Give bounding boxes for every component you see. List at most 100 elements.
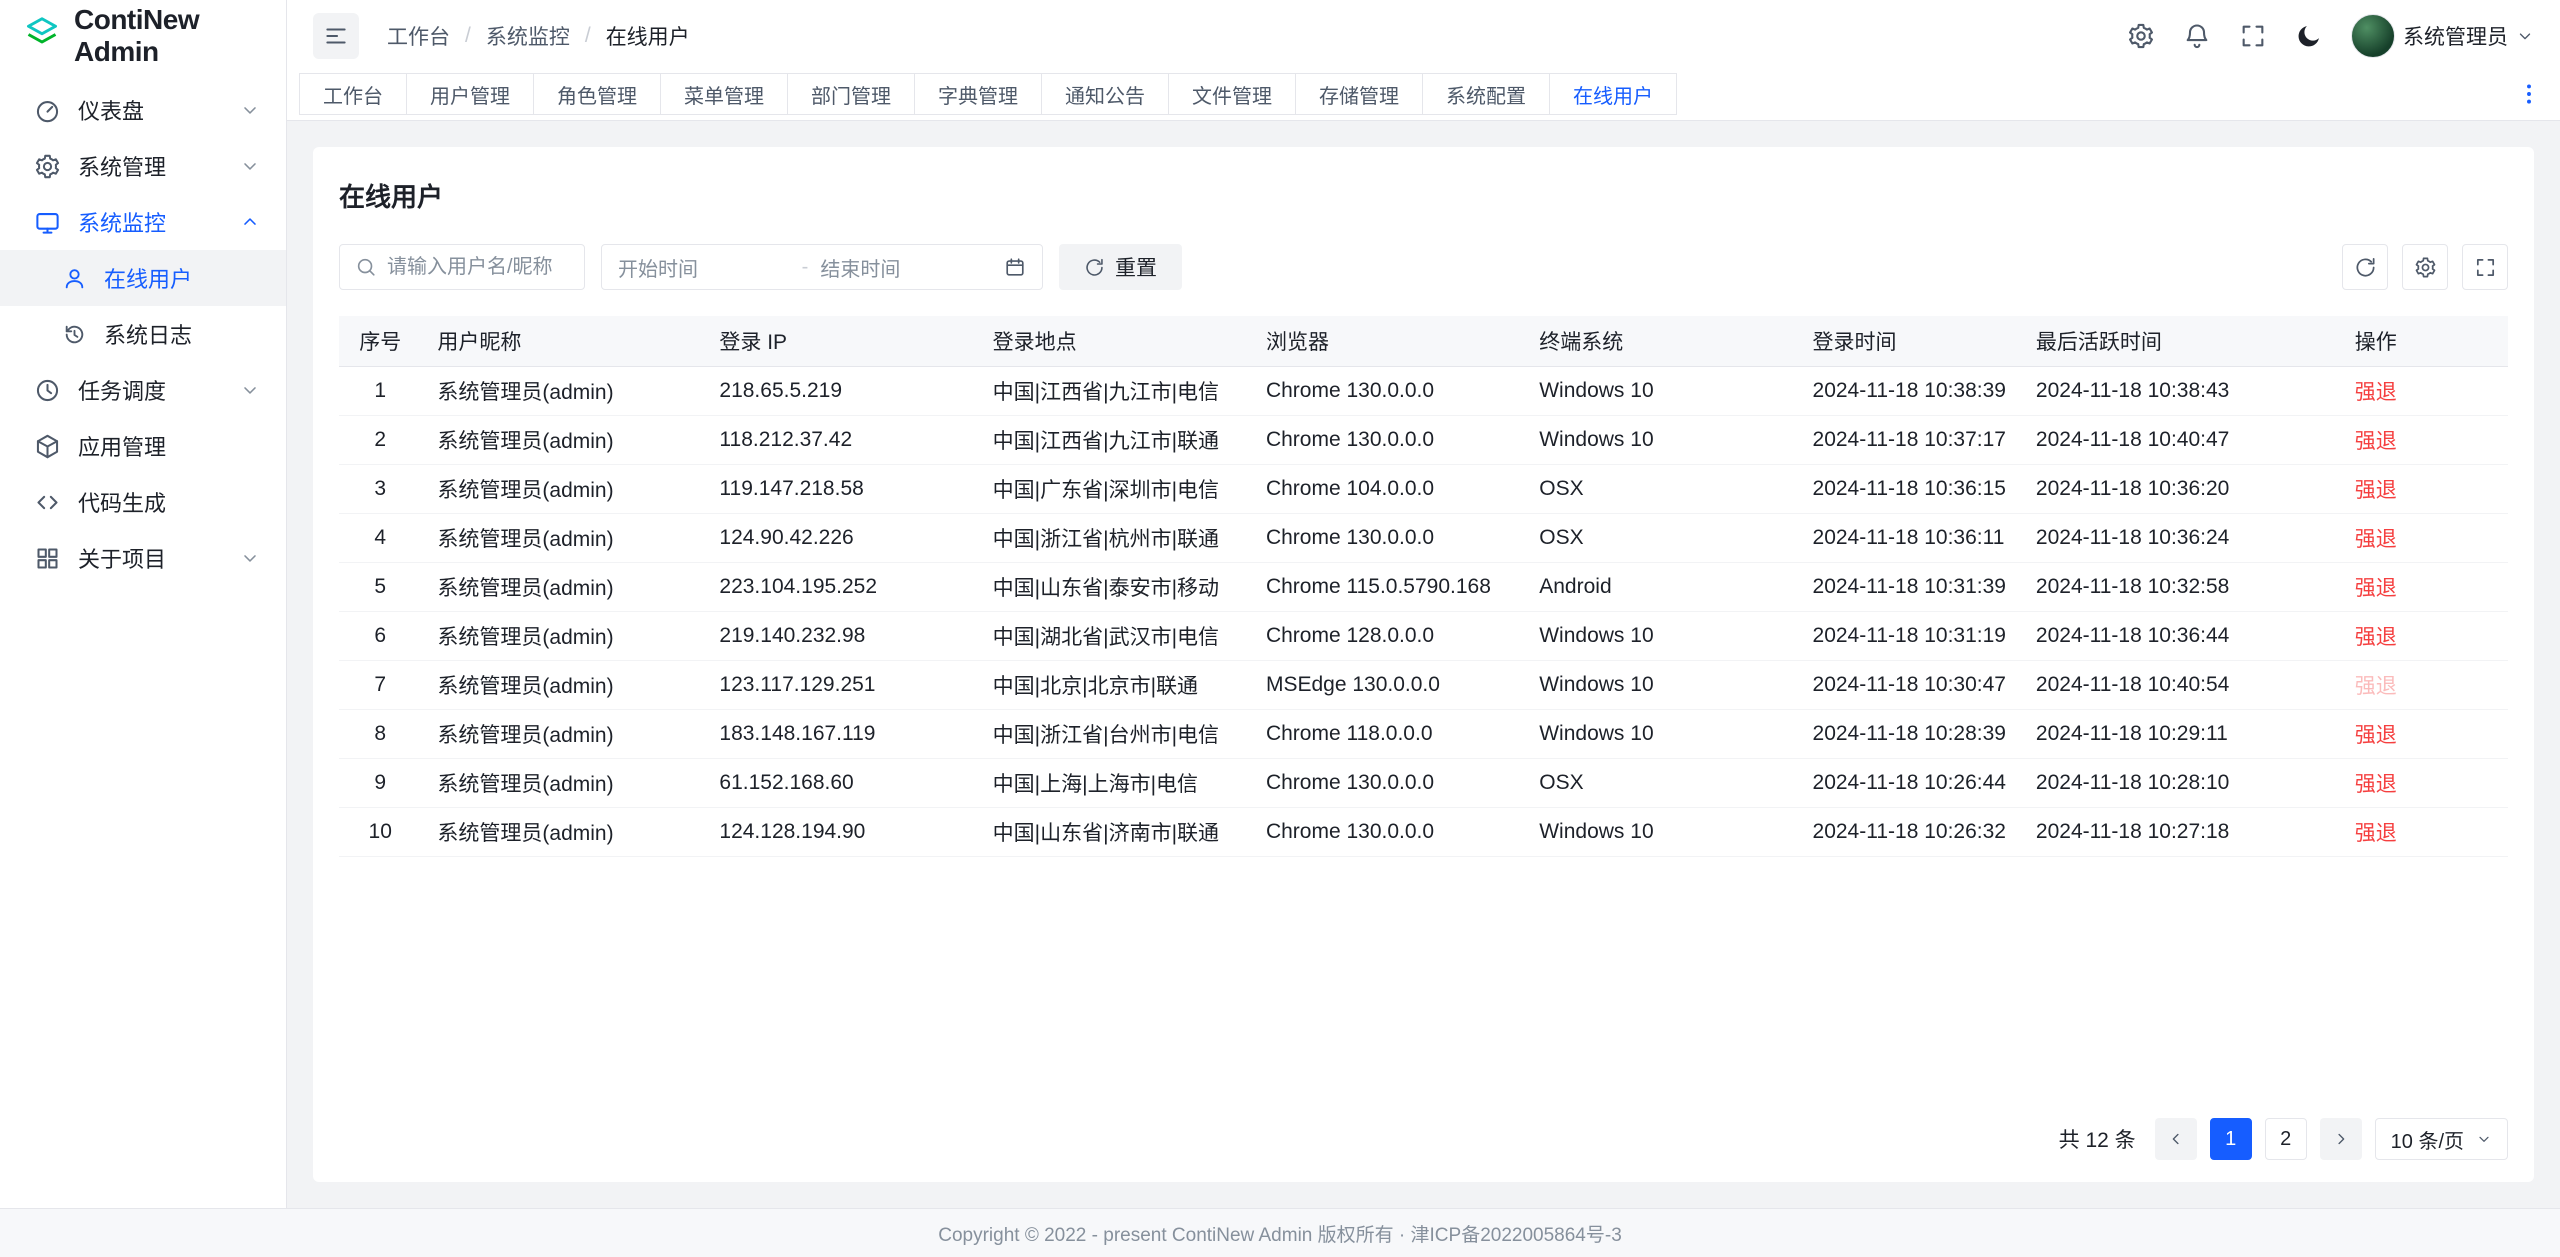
cell-last-active: 2024-11-18 10:27:18 — [2020, 807, 2339, 856]
column-header-actions: 操作 — [2339, 316, 2508, 366]
force-logout-link[interactable]: 强退 — [2355, 528, 2397, 551]
history-icon — [62, 322, 87, 347]
cell-login-time: 2024-11-18 10:31:19 — [1797, 611, 2020, 660]
reset-button[interactable]: 重置 — [1059, 244, 1182, 290]
chevron-down-icon — [240, 100, 260, 120]
tab-more-icon[interactable] — [2510, 81, 2548, 107]
cell-ip: 183.148.167.119 — [703, 709, 976, 758]
cell-login-time: 2024-11-18 10:36:11 — [1797, 513, 2020, 562]
force-logout-link[interactable]: 强退 — [2355, 675, 2397, 698]
cell-login-time: 2024-11-18 10:26:32 — [1797, 807, 2020, 856]
sidebar-item-dashboard[interactable]: 仪表盘 — [0, 82, 286, 138]
tab-dept-management[interactable]: 部门管理 — [787, 73, 915, 115]
tab-file-management[interactable]: 文件管理 — [1168, 73, 1296, 115]
date-end-placeholder: 结束时间 — [820, 253, 992, 282]
cell-login-time: 2024-11-18 10:31:39 — [1797, 562, 2020, 611]
table-header-row: 序号 用户昵称 登录 IP 登录地点 浏览器 终端系统 登录时间 最后活跃时间 … — [339, 316, 2508, 366]
cell-index: 6 — [339, 611, 421, 660]
cell-index: 1 — [339, 366, 421, 415]
table-row: 7 系统管理员(admin) 123.117.129.251 中国|北京|北京市… — [339, 660, 2508, 709]
cell-login-time: 2024-11-18 10:37:17 — [1797, 415, 2020, 464]
force-logout-link[interactable]: 强退 — [2355, 577, 2397, 600]
sidebar-item-label: 系统管理 — [78, 150, 166, 182]
cell-ip: 219.140.232.98 — [703, 611, 976, 660]
cell-index: 7 — [339, 660, 421, 709]
tab-user-management[interactable]: 用户管理 — [406, 73, 534, 115]
fullscreen-icon[interactable] — [2239, 22, 2267, 50]
sidebar-collapse-button[interactable] — [313, 13, 359, 59]
breadcrumb-item[interactable]: 工作台 — [387, 21, 450, 51]
cell-last-active: 2024-11-18 10:36:20 — [2020, 464, 2339, 513]
search-input-wrapper — [339, 244, 585, 290]
sidebar-item-app-management[interactable]: 应用管理 — [0, 418, 286, 474]
chevron-down-icon — [2476, 1131, 2492, 1147]
cell-last-active: 2024-11-18 10:36:44 — [2020, 611, 2339, 660]
cell-last-active: 2024-11-18 10:40:47 — [2020, 415, 2339, 464]
page-size-select[interactable]: 10 条/页 — [2375, 1118, 2508, 1160]
user-name: 系统管理员 — [2403, 21, 2508, 51]
tab-storage-management[interactable]: 存储管理 — [1295, 73, 1423, 115]
dark-mode-moon-icon[interactable] — [2295, 22, 2323, 50]
tab-system-config[interactable]: 系统配置 — [1422, 73, 1550, 115]
cell-ip: 124.128.194.90 — [703, 807, 976, 856]
tab-online-users[interactable]: 在线用户 — [1549, 73, 1677, 115]
cell-last-active: 2024-11-18 10:36:24 — [2020, 513, 2339, 562]
table-row: 4 系统管理员(admin) 124.90.42.226 中国|浙江省|杭州市|… — [339, 513, 2508, 562]
force-logout-link[interactable]: 强退 — [2355, 430, 2397, 453]
column-header-index: 序号 — [339, 316, 421, 366]
cell-os: Windows 10 — [1523, 807, 1796, 856]
cell-last-active: 2024-11-18 10:29:11 — [2020, 709, 2339, 758]
sidebar-item-task-schedule[interactable]: 任务调度 — [0, 362, 286, 418]
sidebar-item-code-generation[interactable]: 代码生成 — [0, 474, 286, 530]
online-users-table: 序号 用户昵称 登录 IP 登录地点 浏览器 终端系统 登录时间 最后活跃时间 … — [339, 316, 2508, 857]
cell-index: 2 — [339, 415, 421, 464]
cell-browser: Chrome 128.0.0.0 — [1250, 611, 1523, 660]
footer: Copyright © 2022 - present ContiNew Admi… — [0, 1208, 2560, 1257]
cell-browser: Chrome 104.0.0.0 — [1250, 464, 1523, 513]
column-header-nickname: 用户昵称 — [421, 316, 703, 366]
tab-dict-management[interactable]: 字典管理 — [914, 73, 1042, 115]
sidebar-item-online-users[interactable]: 在线用户 — [0, 250, 286, 306]
tab-notice[interactable]: 通知公告 — [1041, 73, 1169, 115]
sidebar-item-about-project[interactable]: 关于项目 — [0, 530, 286, 586]
column-header-login-time: 登录时间 — [1797, 316, 2020, 366]
refresh-table-button[interactable] — [2342, 244, 2388, 290]
logo-icon — [24, 15, 60, 57]
breadcrumb-item[interactable]: 系统监控 — [486, 21, 570, 51]
sidebar-item-system-monitor[interactable]: 系统监控 — [0, 194, 286, 250]
cell-browser: Chrome 130.0.0.0 — [1250, 807, 1523, 856]
cell-nickname: 系统管理员(admin) — [421, 807, 703, 856]
table-row: 9 系统管理员(admin) 61.152.168.60 中国|上海|上海市|电… — [339, 758, 2508, 807]
sidebar-item-system-management[interactable]: 系统管理 — [0, 138, 286, 194]
force-logout-link[interactable]: 强退 — [2355, 626, 2397, 649]
cell-location: 中国|广东省|深圳市|电信 — [977, 464, 1250, 513]
force-logout-link[interactable]: 强退 — [2355, 479, 2397, 502]
force-logout-link[interactable]: 强退 — [2355, 381, 2397, 404]
date-range-picker[interactable]: 开始时间 - 结束时间 — [601, 244, 1043, 290]
force-logout-link[interactable]: 强退 — [2355, 822, 2397, 845]
search-input[interactable] — [387, 256, 569, 279]
pagination-prev-button[interactable] — [2155, 1118, 2197, 1160]
force-logout-link[interactable]: 强退 — [2355, 773, 2397, 796]
pagination-next-button[interactable] — [2320, 1118, 2362, 1160]
app-logo[interactable]: ContiNew Admin — [0, 0, 286, 72]
table-fullscreen-button[interactable] — [2462, 244, 2508, 290]
dashboard-icon — [34, 97, 61, 124]
sidebar-item-label: 应用管理 — [78, 430, 166, 462]
sidebar-item-label: 系统监控 — [78, 206, 166, 238]
tab-role-management[interactable]: 角色管理 — [533, 73, 661, 115]
tab-menu-management[interactable]: 菜单管理 — [660, 73, 788, 115]
user-menu[interactable]: 系统管理员 — [2351, 14, 2534, 58]
force-logout-link[interactable]: 强退 — [2355, 724, 2397, 747]
settings-icon[interactable] — [2127, 22, 2155, 50]
content-area: 在线用户 开始时间 - 结束时间 重置 — [287, 121, 2560, 1208]
tab-workbench[interactable]: 工作台 — [299, 73, 407, 115]
table-row: 5 系统管理员(admin) 223.104.195.252 中国|山东省|泰安… — [339, 562, 2508, 611]
column-settings-button[interactable] — [2402, 244, 2448, 290]
pagination-page-2[interactable]: 2 — [2265, 1118, 2307, 1160]
notification-bell-icon[interactable] — [2183, 22, 2211, 50]
filter-toolbar: 开始时间 - 结束时间 重置 — [339, 244, 2508, 290]
pagination-page-1[interactable]: 1 — [2210, 1118, 2252, 1160]
cell-location: 中国|江西省|九江市|电信 — [977, 366, 1250, 415]
sidebar-item-system-log[interactable]: 系统日志 — [0, 306, 286, 362]
